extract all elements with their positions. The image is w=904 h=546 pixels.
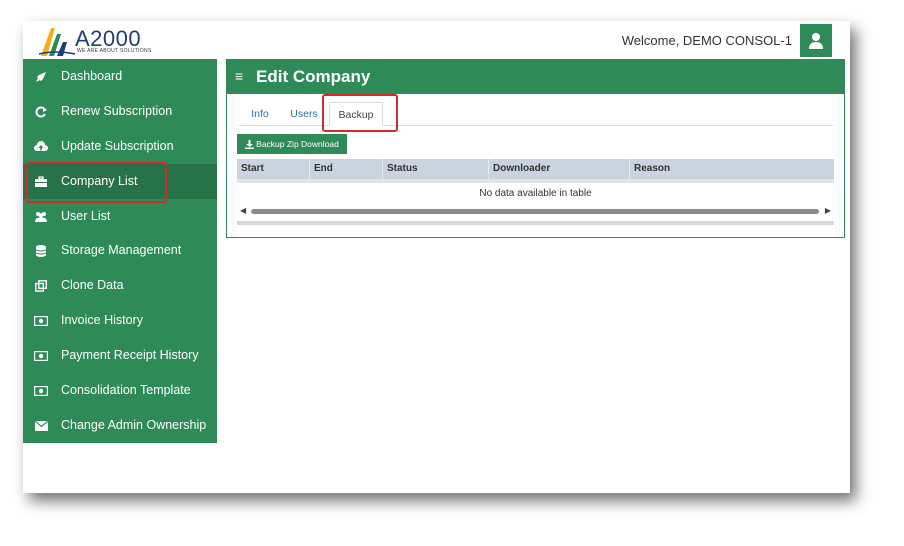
table-header: Start End Status Downloader Reason [237,159,834,179]
table-footer [237,221,834,225]
sidebar-item-label: Clone Data [61,278,124,293]
database-icon [34,244,48,258]
scrollbar-thumb[interactable] [251,209,819,214]
backup-zip-download-button[interactable]: Backup Zip Download [237,134,347,154]
sidebar-item-company-list[interactable]: Company List [23,163,217,199]
brand-tagline: WE ARE ABOUT SOLUTIONS [77,48,152,54]
welcome-text: Welcome, DEMO CONSOL-1 [621,33,792,48]
column-header-status[interactable]: Status [383,159,489,179]
sidebar-item-label: Invoice History [61,313,143,328]
sidebar-item-user-list[interactable]: User List [23,199,217,234]
page-title: Edit Company [256,67,371,86]
money-icon [34,314,48,328]
empty-table-message: No data available in table [479,188,592,199]
refresh-icon [34,105,48,119]
users-icon [34,210,48,224]
scroll-right-icon[interactable]: ▶ [825,206,831,215]
clone-icon [34,279,48,293]
sidebar-item-label: Change Admin Ownership [61,417,207,432]
money-icon [34,349,48,363]
scroll-left-icon[interactable]: ◀ [240,206,246,215]
sidebar-item-label: Payment Receipt History [61,348,199,363]
top-header: A2000 WE ARE ABOUT SOLUTIONS Welcome, DE… [23,21,850,59]
cloud-upload-icon [34,140,48,154]
sidebar-item-label: Company List [61,173,138,188]
briefcase-icon [34,175,48,189]
rocket-icon [34,70,48,84]
hamburger-icon[interactable]: ≡ [235,68,243,84]
sidebar-item-update-subscription[interactable]: Update Subscription [23,129,217,164]
sidebar-item-change-admin-ownership[interactable]: Change Admin Ownership [23,408,217,443]
logo-mark-icon [38,28,76,56]
sidebar-item-label: User List [61,208,111,223]
backup-zip-download-label: Backup Zip Download [256,139,339,149]
sidebar-item-label: Renew Subscription [61,103,173,118]
app-window: A2000 WE ARE ABOUT SOLUTIONS Welcome, DE… [23,21,850,493]
user-icon [809,32,823,49]
sidebar-item-dashboard[interactable]: Dashboard [23,59,217,94]
money-icon [34,384,48,398]
sidebar-item-label: Dashboard [61,69,123,83]
brand-logo[interactable]: A2000 WE ARE ABOUT SOLUTIONS [37,24,167,58]
sidebar-item-label: Consolidation Template [61,383,191,398]
column-header-downloader[interactable]: Downloader [489,159,630,179]
download-icon [245,139,255,149]
tab-bar: Info Users Backup [239,102,833,126]
panel-header: ≡ Edit Company [227,60,844,94]
tab-info[interactable]: Info [245,102,275,126]
backup-table: Start End Status Downloader Reason No da… [237,159,834,225]
sidebar-item-invoice-history[interactable]: Invoice History [23,303,217,338]
sidebar-item-label: Storage Management [61,243,182,258]
horizontal-scrollbar[interactable]: ◀ ▶ [237,205,834,217]
user-avatar-button[interactable] [800,24,832,57]
sidebar-item-renew-subscription[interactable]: Renew Subscription [23,94,217,129]
column-header-end[interactable]: End [310,159,383,179]
column-header-reason[interactable]: Reason [630,159,834,179]
sidebar: Dashboard Renew Subscription Update Subs… [23,59,217,443]
sidebar-item-label: Update Subscription [61,138,174,153]
sidebar-item-storage-management[interactable]: Storage Management [23,233,217,268]
tab-backup[interactable]: Backup [329,102,383,126]
sidebar-item-consolidation-template[interactable]: Consolidation Template [23,373,217,408]
edit-company-panel: ≡ Edit Company Info Users Backup Backup … [226,59,845,238]
envelope-icon [34,419,48,433]
tab-users[interactable]: Users [285,102,323,126]
sidebar-item-payment-receipt-history[interactable]: Payment Receipt History [23,338,217,373]
column-header-start[interactable]: Start [237,159,310,179]
sidebar-item-clone-data[interactable]: Clone Data [23,268,217,303]
